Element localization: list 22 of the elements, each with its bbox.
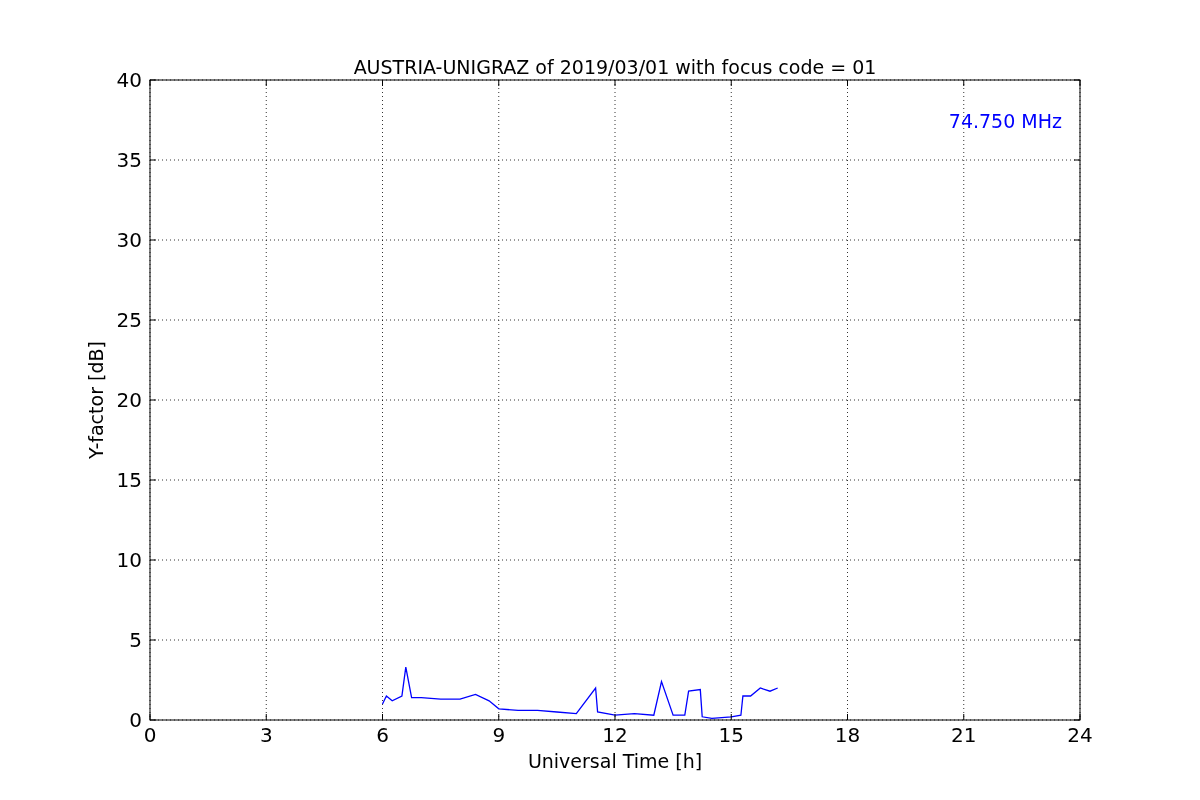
series-label: 74.750 MHz [948, 110, 1062, 132]
x-tick-label: 18 [834, 723, 861, 747]
x-tick-label: 9 [492, 723, 506, 747]
y-axis-label: Y-factor [dB] [85, 341, 107, 459]
x-axis-label: Universal Time [h] [527, 750, 703, 772]
y-tick-label: 25 [116, 308, 142, 332]
y-tick-label: 30 [116, 228, 142, 252]
y-tick-label: 35 [116, 148, 142, 172]
x-tick-label: 6 [376, 723, 389, 747]
x-tick-label: 3 [259, 723, 273, 747]
y-tick-label: 10 [116, 548, 142, 572]
y-tick-label: 40 [116, 68, 142, 92]
y-tick-label: 0 [129, 708, 142, 732]
y-tick-label: 5 [129, 628, 142, 652]
y-tick-label: 20 [116, 388, 142, 412]
chart-title: AUSTRIA-UNIGRAZ of 2019/03/01 with focus code = 01 [353, 56, 877, 78]
x-tick-label: 12 [602, 723, 628, 747]
x-tick-label: 21 [951, 723, 977, 747]
x-tick-label: 15 [718, 723, 744, 747]
x-tick-label: 24 [1067, 723, 1093, 747]
y-tick-label: 15 [116, 468, 142, 492]
x-tick-label: 0 [143, 723, 157, 747]
